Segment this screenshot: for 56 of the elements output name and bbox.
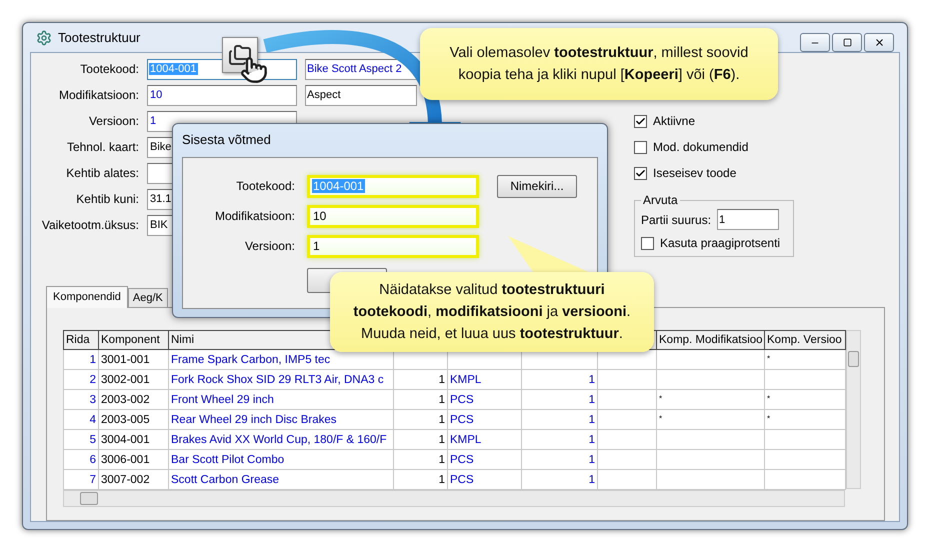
table-cell: 1: [522, 450, 598, 470]
field-label: Kehtib kuni:: [75, 192, 139, 206]
table-cell: *: [764, 410, 846, 430]
table-cell: 6: [64, 450, 98, 470]
table-cell: *: [656, 410, 764, 430]
table-cell: 1: [522, 390, 598, 410]
dialog-title: Sisesta võtmed: [181, 131, 272, 149]
table-cell: 1: [522, 410, 598, 430]
group-title: Arvuta: [642, 193, 679, 207]
table-cell: 2003-002: [98, 390, 168, 410]
checkbox-label: Kasuta praagiprotsenti: [660, 236, 780, 250]
table-cell: Bar Scott Pilot Combo: [168, 450, 394, 470]
table-cell: 3: [64, 390, 98, 410]
table-cell: 1: [394, 370, 448, 390]
table-cell: 1: [522, 430, 598, 450]
callout-text: Vali olemasolev tootestruktuur, millest soovid koopia teha ja kliki nupul [Kopeeri] või (F6).: [450, 44, 748, 85]
table-cell: KMPL: [448, 370, 522, 390]
table-cell: 3004-001: [98, 430, 168, 450]
table-cell: 2: [64, 370, 98, 390]
table-cell: 3001-001: [98, 350, 168, 370]
checkbox-label: Mod. dokumendid: [653, 140, 748, 154]
table-cell: 2003-005: [98, 410, 168, 430]
checkbox-label: Aktiivne: [653, 114, 696, 128]
field-label: Modifikatsioon:: [214, 209, 295, 223]
field-label: Kehtib alates:: [65, 166, 139, 180]
table-cell: *: [764, 390, 846, 410]
table-cell: 1: [64, 350, 98, 370]
field-label: Tootekood:: [235, 179, 295, 193]
table-cell: *: [656, 390, 764, 410]
table-cell: 4: [64, 410, 98, 430]
checkbox-label: Iseseisev toode: [653, 166, 736, 180]
table-cell: PCS: [448, 390, 522, 410]
field-label: Partii suurus:: [641, 212, 712, 226]
table-cell: *: [764, 350, 846, 370]
window-title: Tootestruktuur: [58, 30, 140, 45]
field-label: Modifikatsioon:: [58, 88, 139, 102]
table-cell: Front Wheel 29 inch: [168, 390, 394, 410]
table-cell: 1: [394, 390, 448, 410]
table-cell: Rear Wheel 29 inch Disc Brakes: [168, 410, 394, 430]
table-cell: 3002-001: [98, 370, 168, 390]
table-cell: Fork Rock Shox SID 29 RLT3 Air, DNA3 c: [168, 370, 394, 390]
field-label: Tehnol. kaart:: [66, 140, 139, 154]
table-cell: Brakes Avid XX World Cup, 180/F & 160/F: [168, 430, 394, 450]
table-cell: 1: [394, 430, 448, 450]
field-label: Versioon:: [88, 114, 139, 128]
table-cell: 1: [394, 410, 448, 430]
table-cell: PCS: [448, 450, 522, 470]
table-cell: 3006-001: [98, 450, 168, 470]
field-label: Versioon:: [244, 239, 295, 253]
field-label: Vaiketootm.üksus:: [40, 218, 139, 232]
table-cell: 5: [64, 430, 98, 450]
table-cell: 1: [394, 450, 448, 470]
field-label: Tootekood:: [79, 62, 139, 76]
table-cell: 1: [522, 370, 598, 390]
table-cell: KMPL: [448, 430, 522, 450]
table-cell: PCS: [448, 410, 522, 430]
